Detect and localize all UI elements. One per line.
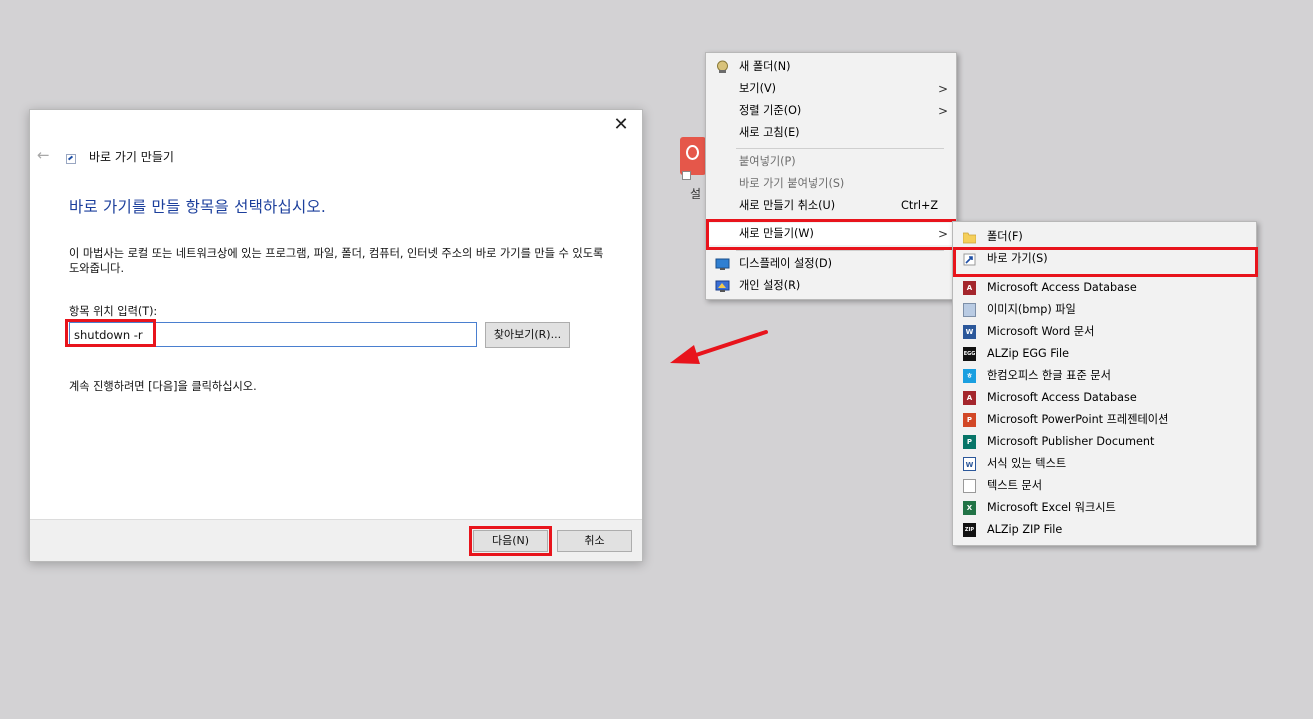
egg-file-icon: EGG [963,347,976,361]
menu-item-undo-new[interactable]: 새로 만들기 취소(U) Ctrl+Z [706,195,956,217]
text-document-icon [963,479,976,493]
submenu-item-label: 폴더(F) [987,230,1023,243]
submenu-item-text[interactable]: 텍스트 문서 [953,475,1256,497]
menu-item-label: 디스플레이 설정(D) [739,257,832,270]
menu-item-label: 새 폴더(N) [739,60,791,73]
submenu-item-label: 한컴오피스 한글 표준 문서 [987,369,1111,382]
menu-item-shortcut-key: Ctrl+Z [901,199,938,212]
chevron-right-icon: > [937,82,948,96]
submenu-item-publisher[interactable]: P Microsoft Publisher Document [953,431,1256,453]
menu-item-label: 새로 만들기 취소(U) [739,199,836,212]
close-button[interactable]: ✕ [608,114,634,136]
powerpoint-icon: P [963,413,976,427]
word-icon: W [963,325,976,339]
menu-item-label: 새로 고침(E) [739,126,800,139]
menu-item-label: 개인 설정(R) [739,279,801,292]
annotation-arrow-icon [670,330,768,364]
shortcut-arrow-icon [682,171,691,180]
submenu-item-label: Microsoft PowerPoint 프레젠테이션 [987,413,1169,426]
create-shortcut-dialog: ✕ ← 바로 가기 만들기 바로 가기를 만들 항목을 선택하십시오. 이 마법… [29,109,643,562]
new-submenu: 폴더(F) 바로 가기(S) A Microsoft Access Databa… [952,221,1258,546]
location-label: 항목 위치 입력(T): [69,305,158,318]
submenu-item-label: Microsoft Excel 워크시트 [987,501,1116,514]
continue-instruction: 계속 진행하려면 [다음]을 클릭하십시오. [69,380,257,393]
desktop-context-menu: 새 폴더(N) 보기(V) > 정렬 기준(O) > 새로 고침(E) 붙여넣기… [705,52,957,300]
dialog-footer: 다음(N) 취소 [30,519,642,561]
bitmap-icon [963,303,976,317]
shortcut-arrow-icon [963,253,976,266]
power-icon [680,137,706,175]
submenu-item-bmp[interactable]: 이미지(bmp) 파일 [953,299,1256,321]
wizard-heading: 바로 가기를 만들 항목을 선택하십시오. [69,198,326,216]
menu-separator [736,220,944,221]
menu-item-label: 붙여넣기(P) [739,155,796,168]
desktop-icon-label: 설 [690,187,702,201]
dialog-title: 바로 가기 만들기 [89,150,174,164]
menu-item-label: 보기(V) [739,82,776,95]
menu-item-label: 새로 만들기(W) [739,227,814,240]
submenu-item-access-2[interactable]: A Microsoft Access Database [953,387,1256,409]
menu-separator [736,148,944,149]
wizard-description: 이 마법사는 로컬 또는 네트워크상에 있는 프로그램, 파일, 폴더, 컴퓨터… [69,247,604,275]
shortcut-icon [66,154,76,164]
submenu-item-folder[interactable]: 폴더(F) [953,226,1256,248]
submenu-item-label: 바로 가기(S) [987,252,1048,265]
menu-item-display[interactable]: 디스플레이 설정(D) [706,253,956,275]
submenu-item-label: ALZip ZIP File [987,523,1063,536]
rich-text-icon: W [963,457,976,471]
menu-item-label: 정렬 기준(O) [739,104,802,117]
submenu-item-label: ALZip EGG File [987,347,1069,360]
monitor-icon [715,258,730,270]
chevron-right-icon: > [937,227,948,241]
submenu-item-label: 텍스트 문서 [987,479,1043,492]
menu-separator [736,250,944,251]
zip-file-icon: ZIP [963,523,976,537]
menu-item-personalize[interactable]: 개인 설정(R) [706,275,956,297]
submenu-item-word[interactable]: W Microsoft Word 문서 [953,321,1256,343]
menu-item-view[interactable]: 보기(V) > [706,78,956,100]
submenu-item-label: Microsoft Word 문서 [987,325,1095,338]
access-icon: A [963,281,976,295]
submenu-item-label: 서식 있는 텍스트 [987,457,1067,470]
access-icon: A [963,391,976,405]
submenu-item-access[interactable]: A Microsoft Access Database [953,277,1256,299]
submenu-item-powerpoint[interactable]: P Microsoft PowerPoint 프레젠테이션 [953,409,1256,431]
publisher-icon: P [963,435,976,449]
menu-item-refresh[interactable]: 새로 고침(E) [706,122,956,144]
submenu-item-label: Microsoft Access Database [987,281,1137,294]
submenu-item-zip[interactable]: ZIP ALZip ZIP File [953,519,1256,541]
submenu-item-excel[interactable]: X Microsoft Excel 워크시트 [953,497,1256,519]
hwp-icon: ㅎ [963,369,976,383]
menu-item-sort[interactable]: 정렬 기준(O) > [706,100,956,122]
submenu-item-hwp[interactable]: ㅎ 한컴오피스 한글 표준 문서 [953,365,1256,387]
location-input[interactable] [69,322,477,347]
submenu-item-label: Microsoft Access Database [987,391,1137,404]
menu-item-paste-shortcut[interactable]: 바로 가기 붙여넣기(S) [706,173,956,195]
shield-icon [717,60,728,73]
excel-icon: X [963,501,976,515]
menu-item-paste[interactable]: 붙여넣기(P) [706,151,956,173]
submenu-item-shortcut[interactable]: 바로 가기(S) [953,248,1256,270]
personalize-icon [715,280,730,292]
menu-item-new-folder[interactable]: 새 폴더(N) [706,56,956,78]
cancel-button[interactable]: 취소 [557,530,632,552]
menu-item-new[interactable]: 새로 만들기(W) > [706,223,956,245]
folder-icon [963,232,976,244]
chevron-right-icon: > [937,104,948,118]
submenu-item-rtf[interactable]: W 서식 있는 텍스트 [953,453,1256,475]
submenu-item-label: Microsoft Publisher Document [987,435,1155,448]
next-button[interactable]: 다음(N) [473,530,548,552]
submenu-item-egg[interactable]: EGG ALZip EGG File [953,343,1256,365]
menu-item-label: 바로 가기 붙여넣기(S) [739,177,845,190]
back-arrow-icon[interactable]: ← [37,146,50,164]
browse-button[interactable]: 찾아보기(R)... [485,322,570,348]
submenu-item-label: 이미지(bmp) 파일 [987,303,1076,316]
